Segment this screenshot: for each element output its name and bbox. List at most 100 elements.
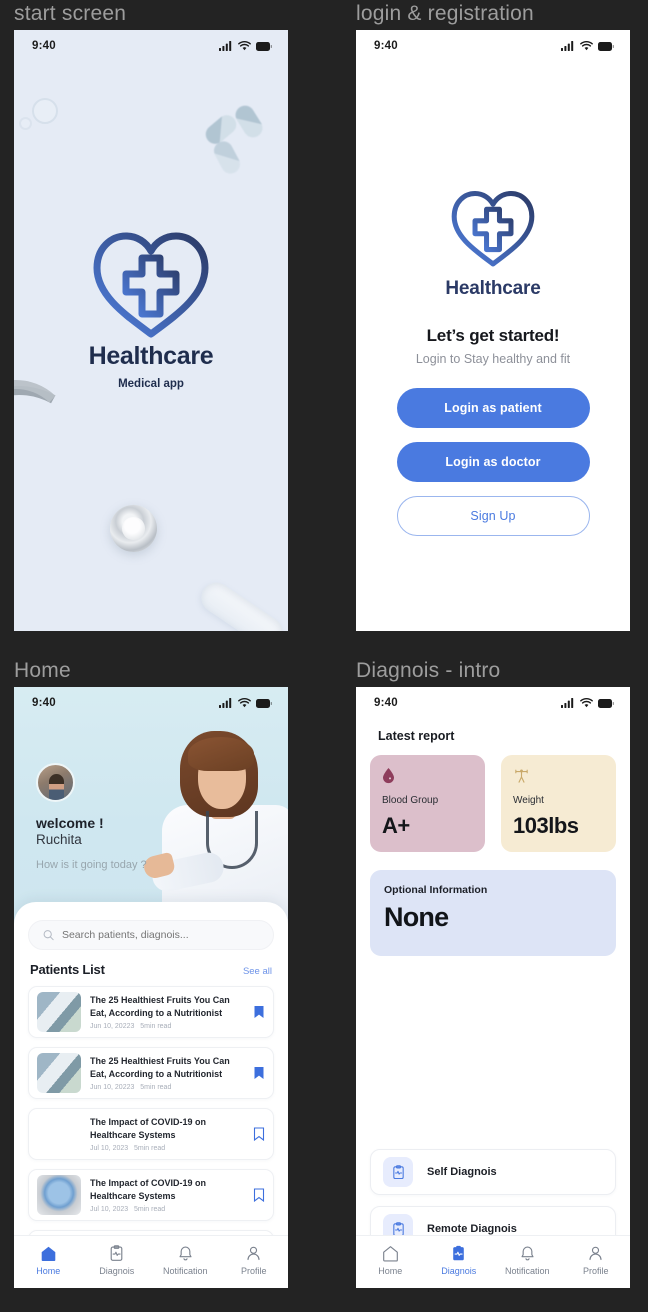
person-icon	[247, 1246, 260, 1260]
list-item-date: Jul 10, 2023	[90, 1205, 129, 1213]
welcome-prompt: How is it going today ?	[36, 859, 147, 871]
list-item-title: The 25 Healthiest Fruits You Can Eat, Ac…	[90, 995, 230, 1018]
list-item-text: The Impact of COVID-19 on Healthcare Sys…	[90, 1177, 244, 1212]
stat-label: Blood Group	[382, 795, 439, 806]
heart-cross-logo	[451, 190, 535, 267]
avatar[interactable]	[36, 763, 75, 802]
login-content: Healthcare Let’s get started! Login to S…	[356, 58, 630, 536]
weightlifter-icon	[513, 767, 604, 787]
tab-profile[interactable]: Profile	[223, 1245, 285, 1276]
login-as-doctor-button[interactable]: Login as doctor	[396, 442, 590, 482]
cellular-signal-icon	[561, 698, 574, 708]
capsule-icon-3	[210, 138, 244, 177]
stat-cards-row: Blood Group A+ Weight 103lbs	[370, 755, 616, 852]
phone-home-screen: 9:40 welcome ! Ruchita How is it going t…	[14, 687, 288, 1288]
search-icon	[43, 930, 54, 941]
list-item[interactable]: The Impact of COVID-19 on Healthcare Sys…	[28, 1169, 274, 1221]
blood-group-card[interactable]: Blood Group A+	[370, 755, 485, 852]
optional-label: Optional Information	[384, 884, 488, 896]
capsule-icon-2	[231, 102, 267, 141]
patients-list-header: Patients List See all	[28, 962, 274, 977]
tab-notification[interactable]: Notification	[496, 1245, 558, 1276]
list-item-title: The Impact of COVID-19 on Healthcare Sys…	[90, 1117, 207, 1140]
welcome-greeting: welcome !	[36, 815, 104, 831]
brand-title: Healthcare	[445, 278, 541, 299]
list-item[interactable]: The Impact of COVID-19 on Healthcare Sys…	[28, 1108, 274, 1160]
tab-profile[interactable]: Profile	[565, 1245, 627, 1276]
bell-icon	[521, 1246, 534, 1260]
bottom-tab-bar: Home Diagnois Notification Profile	[356, 1235, 630, 1288]
wifi-icon	[238, 698, 251, 708]
tablet-small-icon	[19, 117, 32, 130]
option-label: Remote Diagnois	[427, 1223, 517, 1235]
list-item-title: The Impact of COVID-19 on Healthcare Sys…	[90, 1178, 207, 1201]
start-brand-block: Healthcare Medical app	[14, 226, 288, 390]
search-bar[interactable]	[28, 920, 274, 950]
status-icons	[219, 698, 272, 708]
tab-home[interactable]: Home	[17, 1245, 79, 1276]
tab-label: Diagnois	[99, 1265, 135, 1276]
tab-diagnois[interactable]: Diagnois	[86, 1244, 148, 1276]
list-item-date: Jun 10, 20223	[90, 1022, 135, 1030]
bookmark-icon[interactable]	[253, 1127, 265, 1141]
battery-icon	[598, 41, 614, 51]
list-item-meta: Jul 10, 2023 5min read	[90, 1145, 244, 1152]
list-item-thumbnail	[37, 1175, 81, 1215]
battery-icon	[256, 698, 272, 708]
list-item-date: Jun 10, 20223	[90, 1083, 135, 1091]
optional-information-card[interactable]: Optional Information None	[370, 870, 616, 956]
status-icons	[561, 698, 614, 708]
bookmark-icon[interactable]	[253, 1066, 265, 1080]
search-input[interactable]	[61, 929, 259, 941]
list-item-meta: Jul 10, 2023 5min read	[90, 1206, 244, 1213]
list-item-date: Jul 10, 2023	[90, 1144, 129, 1152]
clipboard-pulse-icon	[383, 1157, 413, 1187]
self-diagnois-option[interactable]: Self Diagnois	[370, 1149, 616, 1195]
tab-label: Profile	[582, 1265, 609, 1276]
screen-label-home: Home	[14, 659, 71, 682]
weight-card[interactable]: Weight 103lbs	[501, 755, 616, 852]
bookmark-icon[interactable]	[253, 1005, 265, 1019]
tab-diagnois[interactable]: Diagnois	[428, 1245, 490, 1276]
wifi-icon	[580, 41, 593, 51]
clipboard-pulse-icon	[453, 1245, 465, 1260]
tab-notification[interactable]: Notification	[154, 1245, 216, 1276]
diagnosis-content: Latest report Blood Group A+ Weight 103l…	[356, 715, 630, 1288]
screen-label-start: start screen	[14, 2, 127, 25]
list-item-text: The Impact of COVID-19 on Healthcare Sys…	[90, 1116, 244, 1151]
stethoscope-chestpiece	[110, 505, 157, 552]
screens-board: start screen 9:40 Healthcare Medical app…	[0, 0, 648, 1312]
stat-value: A+	[382, 813, 410, 838]
brand-title: Healthcare	[88, 342, 214, 370]
home-hero: 9:40 welcome ! Ruchita How is it going t…	[14, 687, 288, 935]
login-heading: Let’s get started!	[426, 326, 560, 345]
status-bar: 9:40	[14, 687, 288, 715]
list-item[interactable]: The 25 Healthiest Fruits You Can Eat, Ac…	[28, 1047, 274, 1099]
tab-label: Notification	[162, 1265, 208, 1276]
bookmark-icon[interactable]	[253, 1188, 265, 1202]
tab-home[interactable]: Home	[359, 1245, 421, 1276]
list-item-title: The 25 Healthiest Fruits You Can Eat, Ac…	[90, 1056, 230, 1079]
tab-label: Home	[36, 1265, 61, 1276]
bell-icon	[179, 1246, 192, 1260]
tablet-icon	[32, 98, 58, 124]
screen-label-login: login & registration	[356, 2, 534, 25]
tab-label: Notification	[504, 1265, 550, 1276]
list-item-thumbnail	[37, 1114, 81, 1154]
patients-list-title: Patients List	[30, 962, 105, 977]
list-item-readtime: 5min read	[140, 1083, 172, 1091]
login-as-patient-button[interactable]: Login as patient	[396, 388, 590, 428]
latest-report-heading: Latest report	[378, 729, 455, 743]
see-all-link[interactable]: See all	[243, 966, 272, 977]
sign-up-button[interactable]: Sign Up	[396, 496, 590, 536]
list-item[interactable]: The 25 Healthiest Fruits You Can Eat, Ac…	[28, 986, 274, 1038]
list-item-thumbnail	[37, 1053, 81, 1093]
list-item-readtime: 5min read	[134, 1205, 166, 1213]
clipboard-pulse-icon	[110, 1244, 123, 1261]
list-item-meta: Jun 10, 20223 5min read	[90, 1084, 244, 1091]
tab-label: Diagnois	[441, 1265, 477, 1276]
list-item-meta: Jun 10, 20223 5min read	[90, 1023, 244, 1030]
blood-drop-icon	[382, 767, 473, 787]
list-item-thumbnail	[37, 992, 81, 1032]
welcome-block: welcome ! Ruchita How is it going today …	[36, 815, 147, 871]
